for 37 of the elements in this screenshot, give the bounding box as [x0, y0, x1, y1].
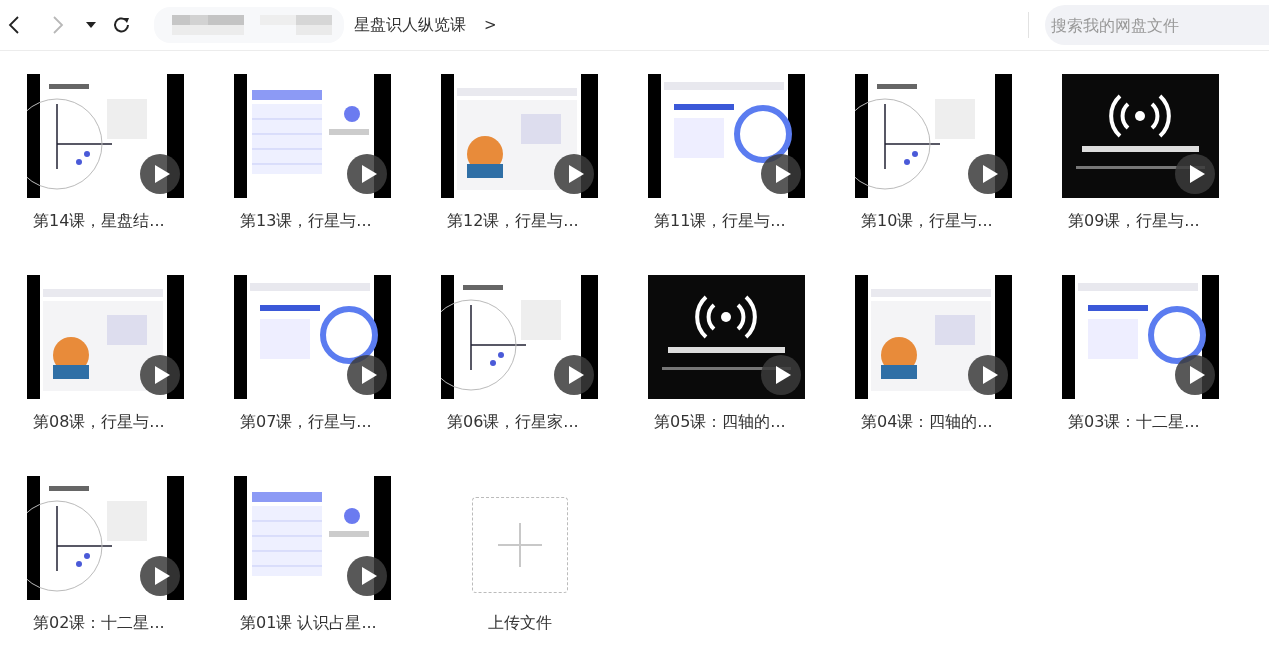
play-icon [347, 355, 387, 395]
play-icon [140, 355, 180, 395]
forward-icon [52, 15, 64, 35]
file-name[interactable]: 第11课，行星与... [654, 211, 786, 232]
file-name[interactable]: 第05课：四轴的... [654, 412, 786, 433]
file-name[interactable]: 第14课，星盘结... [33, 211, 165, 232]
play-icon [140, 154, 180, 194]
play-icon [1175, 355, 1215, 395]
search-field[interactable]: 搜索我的网盘文件 [1045, 5, 1269, 45]
play-icon [968, 154, 1008, 194]
play-icon [554, 355, 594, 395]
play-icon [761, 355, 801, 395]
plus-icon [497, 523, 542, 567]
file-name[interactable]: 第09课，行星与... [1068, 211, 1200, 232]
file-name[interactable]: 第06课，行星家... [447, 412, 579, 433]
breadcrumb-current[interactable]: 星盘识人纵览课 [354, 14, 466, 36]
play-icon [761, 154, 801, 194]
breadcrumb-separator: > [484, 16, 497, 34]
file-name[interactable]: 第13课，行星与... [240, 211, 372, 232]
file-name[interactable]: 第02课：十二星... [33, 613, 165, 634]
play-icon [347, 154, 387, 194]
play-icon [968, 355, 1008, 395]
file-name[interactable]: 第07课，行星与... [240, 412, 372, 433]
play-icon [347, 556, 387, 596]
file-name[interactable]: 第12课，行星与... [447, 211, 579, 232]
file-name[interactable]: 第10课，行星与... [861, 211, 993, 232]
upload-label: 上传文件 [487, 613, 552, 634]
back-icon [8, 15, 20, 35]
file-name[interactable]: 第08课，行星与... [33, 412, 165, 433]
caret-icon [86, 22, 96, 28]
refresh-icon [112, 15, 132, 35]
file-name[interactable]: 第01课 认识占星... [240, 613, 377, 634]
play-icon [1175, 154, 1215, 194]
play-icon [554, 154, 594, 194]
file-name[interactable]: 第03课：十二星... [1068, 412, 1200, 433]
play-icon [140, 556, 180, 596]
file-name[interactable]: 第04课：四轴的... [861, 412, 993, 433]
